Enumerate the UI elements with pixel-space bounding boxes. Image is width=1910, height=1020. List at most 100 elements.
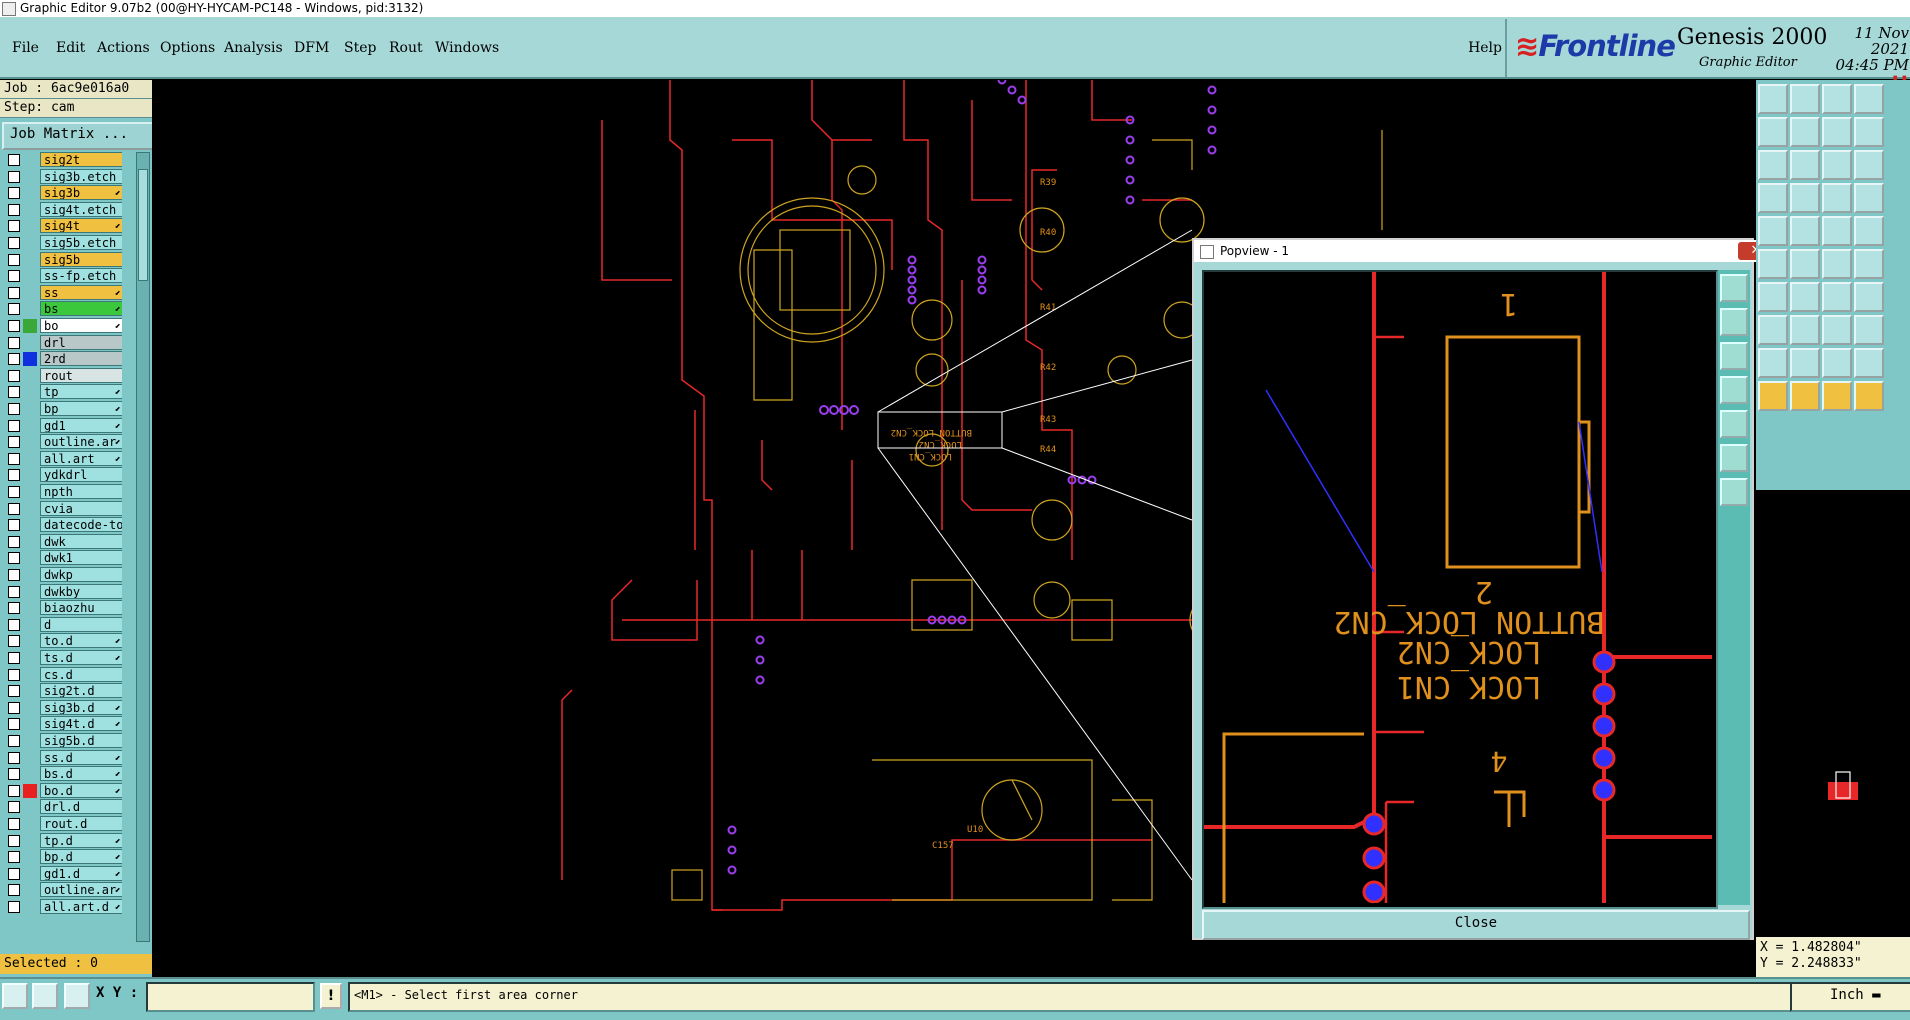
layer-checkbox[interactable] <box>8 237 20 249</box>
layer-name[interactable]: all.art.d ⬋ <box>40 899 122 914</box>
layer-checkbox[interactable] <box>8 286 20 299</box>
menu-rout[interactable]: Rout <box>389 40 423 56</box>
layer-name[interactable]: drl.d <box>40 799 122 815</box>
layer-row[interactable]: sig3b.etch <box>4 168 122 185</box>
layer-name[interactable]: sig4t.etch <box>40 201 122 217</box>
layer-name[interactable]: cs.d <box>40 666 122 682</box>
layer-name[interactable]: bp.d ⬋ <box>40 849 122 865</box>
layer-checkbox[interactable] <box>8 851 20 864</box>
add-icon[interactable] <box>1854 249 1884 279</box>
alert-button[interactable]: ! <box>320 983 342 1009</box>
popview-canvas[interactable]: 1 2 BUTTON LOCK_CN2 LOCK_CN2 LOCK_CN1 4 <box>1202 270 1718 909</box>
layer-row[interactable]: sig2t <box>4 152 122 168</box>
menu-analysis[interactable]: Analysis <box>224 40 283 56</box>
layer-name[interactable]: outline.ar ⬋ <box>40 434 122 450</box>
grp-icon[interactable] <box>1790 282 1820 312</box>
ruler-icon[interactable] <box>1854 183 1884 213</box>
open-icon[interactable] <box>1822 348 1852 378</box>
layer-name[interactable]: sig3b.etch <box>40 168 122 184</box>
layer-name[interactable]: sig5b <box>40 251 122 267</box>
layer-row[interactable]: all.art.d ⬋ <box>4 899 122 915</box>
layer-checkbox[interactable] <box>8 369 20 382</box>
layer-checkbox[interactable] <box>8 552 20 565</box>
layer-name[interactable]: dwkby <box>40 583 122 599</box>
layer-checkbox[interactable] <box>8 253 20 266</box>
layer-checkbox[interactable] <box>8 220 20 233</box>
layer-name[interactable]: all.art ⬋ <box>40 450 122 466</box>
layer-name[interactable]: gd1.d ⬋ <box>40 865 122 881</box>
layer-checkbox[interactable] <box>8 452 20 465</box>
layer-checkbox[interactable] <box>8 303 20 316</box>
layer-row[interactable]: ydkdrl <box>4 467 122 483</box>
layer-row[interactable]: dwk <box>4 533 122 550</box>
arc-icon[interactable] <box>1790 249 1820 279</box>
menu-edit[interactable]: Edit <box>56 40 85 56</box>
layer-row[interactable]: drl.d <box>4 799 122 815</box>
layer-checkbox[interactable] <box>8 403 20 415</box>
layer-name[interactable]: d <box>40 616 122 632</box>
rect-icon[interactable] <box>1822 183 1852 213</box>
layer-name[interactable]: ydkdrl <box>40 467 122 483</box>
menu-windows[interactable]: Windows <box>435 40 499 56</box>
layer-row[interactable]: dwkby <box>4 583 122 600</box>
layer-row[interactable]: outline.ar ⬋ <box>4 434 122 450</box>
layer-row[interactable]: sig4t.etch <box>4 201 122 218</box>
popview-close-button[interactable]: Close <box>1202 910 1750 940</box>
layer-row[interactable]: sig2t.d <box>4 683 122 699</box>
layer-name[interactable]: sig3b.d ⬋ <box>40 699 122 715</box>
layer-name[interactable]: dwk1 <box>40 550 122 566</box>
layer-name[interactable]: datecode-to <box>40 517 122 533</box>
layer-name[interactable]: biaozhu <box>40 600 122 616</box>
layer-name[interactable]: ts.d ⬋ <box>40 650 122 665</box>
layer-checkbox[interactable] <box>8 436 20 449</box>
tri2-icon[interactable] <box>1854 282 1884 312</box>
popview-tool-5[interactable] <box>1720 410 1748 438</box>
save-icon[interactable] <box>1790 84 1820 114</box>
layer-checkbox[interactable] <box>8 569 20 581</box>
layer-row[interactable]: drl <box>4 334 122 351</box>
layer-name[interactable]: cvia <box>40 500 122 516</box>
layer-row[interactable]: bp ⬋ <box>4 401 122 417</box>
pointer-icon[interactable] <box>1790 315 1820 345</box>
pan-icon[interactable] <box>1790 381 1820 411</box>
menu-options[interactable]: Options <box>160 40 215 56</box>
layer-checkbox[interactable] <box>8 502 20 515</box>
menu-actions[interactable]: Actions <box>97 40 150 56</box>
layer-checkbox[interactable] <box>8 386 20 399</box>
layers-icon[interactable] <box>1854 84 1884 114</box>
layer-row[interactable]: sig3b.d ⬋ <box>4 699 122 716</box>
layer-name[interactable]: dwk <box>40 533 122 549</box>
layer-row[interactable]: 2rd <box>4 351 122 367</box>
overview-pane[interactable] <box>1756 490 1910 940</box>
layer-checkbox[interactable] <box>8 652 20 664</box>
layer-checkbox[interactable] <box>8 718 20 731</box>
save-icon[interactable] <box>1790 348 1820 378</box>
layer-checkbox[interactable] <box>8 270 20 283</box>
layer-name[interactable]: rout.d <box>40 816 122 831</box>
layer-row[interactable]: all.art ⬋ <box>4 450 122 467</box>
layer-name[interactable]: dwkp <box>40 567 122 582</box>
layer-name[interactable]: tp.d ⬋ <box>40 832 122 848</box>
layer-row[interactable]: sig5b.d <box>4 733 122 749</box>
layer-checkbox[interactable] <box>8 901 20 913</box>
layer-row[interactable]: sig4t ⬋ <box>4 218 122 234</box>
layer-checkbox[interactable] <box>8 668 20 681</box>
layer-name[interactable]: tp ⬋ <box>40 384 122 400</box>
grid-icon[interactable] <box>1854 150 1884 180</box>
layer-checkbox[interactable] <box>8 336 20 349</box>
layer-name[interactable]: bs.d ⬋ <box>40 766 122 782</box>
layer-row[interactable]: d <box>4 616 122 633</box>
move-icon[interactable] <box>1854 381 1884 411</box>
measure-icon[interactable] <box>32 983 58 1009</box>
slash-icon[interactable] <box>1758 249 1788 279</box>
popview-title-bar[interactable]: Popview - 1 ✕ <box>1194 240 1778 262</box>
layer-row[interactable]: ss.d ⬋ <box>4 749 122 766</box>
layer-checkbox[interactable] <box>8 751 20 764</box>
layer-checkbox[interactable] <box>8 535 20 548</box>
layer-checkbox[interactable] <box>8 818 20 830</box>
layer-name[interactable]: npth <box>40 484 122 499</box>
layer-row[interactable]: rout <box>4 367 122 384</box>
menu-file[interactable]: File <box>12 40 39 56</box>
layer-row[interactable]: cs.d <box>4 666 122 683</box>
menu-step[interactable]: Step <box>344 40 376 56</box>
